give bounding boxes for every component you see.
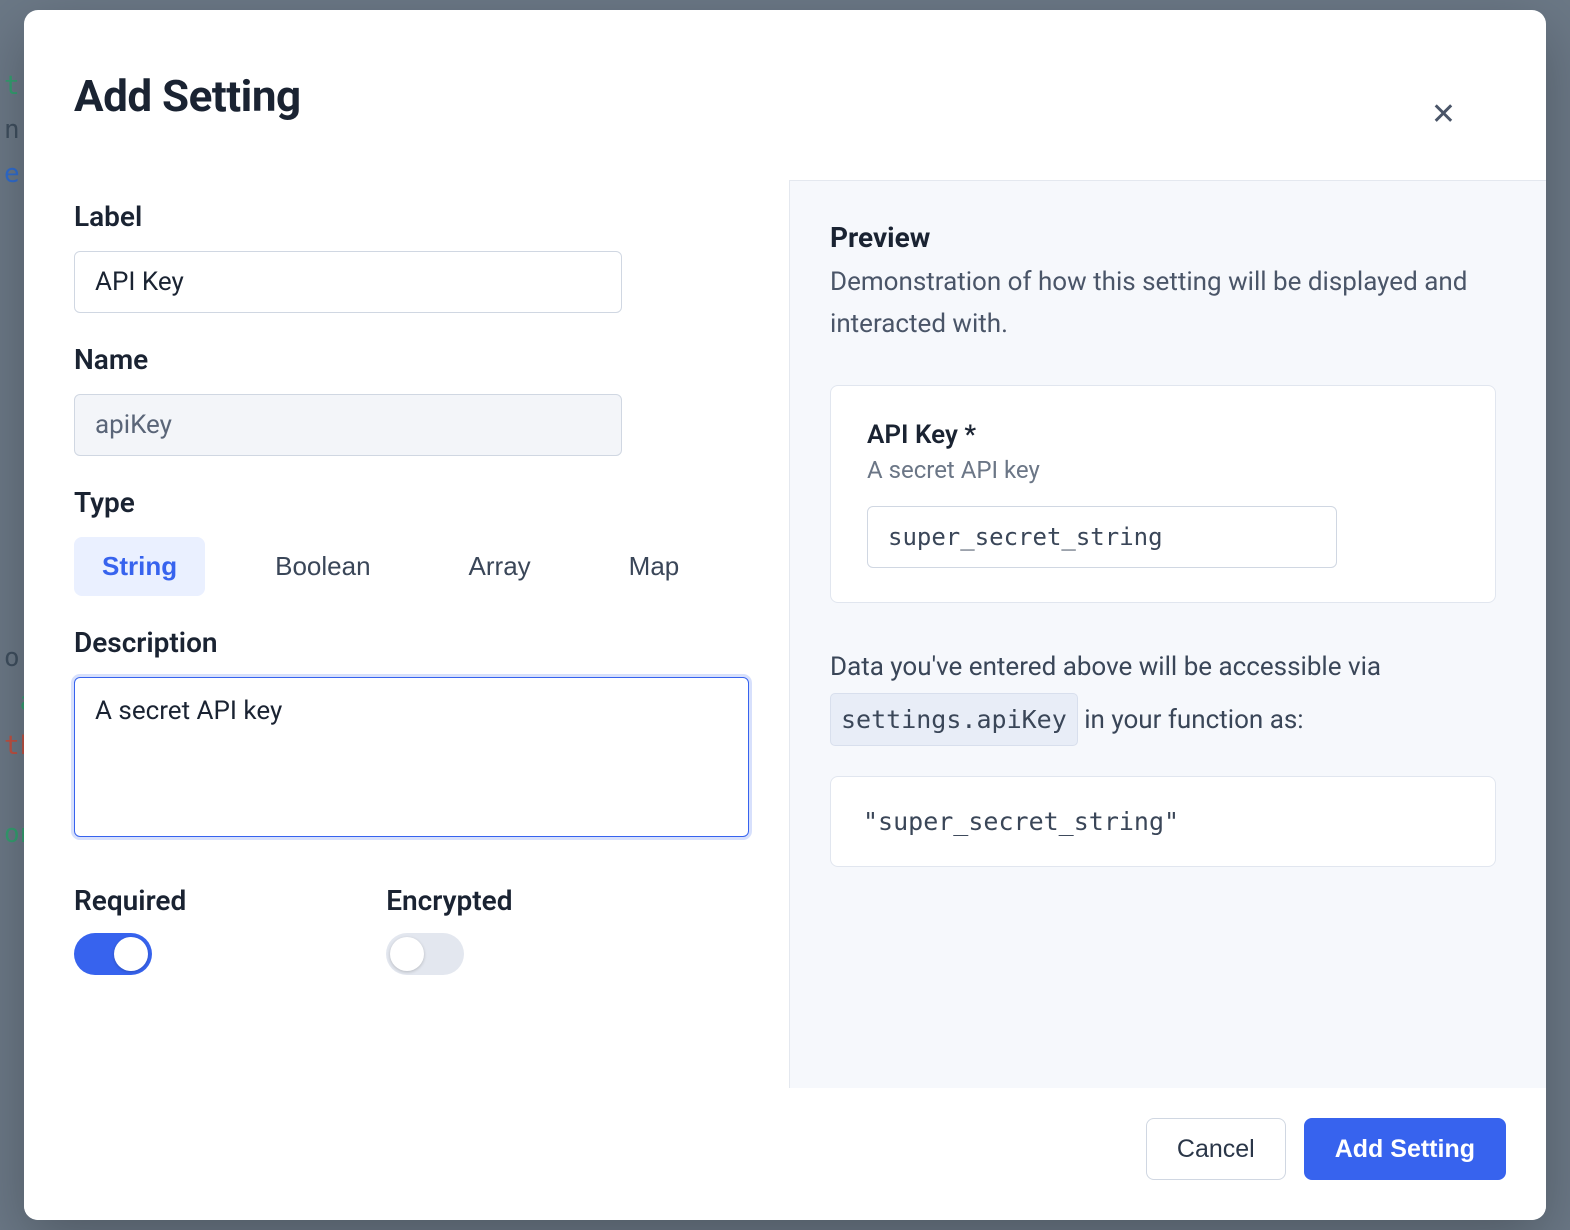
modal-header: Add Setting ✕ xyxy=(24,10,1546,180)
label-field-label: Label xyxy=(74,200,749,233)
modal-body: Label Name Type String Boolean Array Map… xyxy=(24,180,1546,1088)
type-option-string[interactable]: String xyxy=(74,537,205,596)
access-text-prefix: Data you've entered above will be access… xyxy=(830,652,1381,682)
preview-panel: Preview Demonstration of how this settin… xyxy=(789,180,1546,1088)
description-field-label: Description xyxy=(74,626,749,659)
toggle-row: Required Encrypted xyxy=(74,884,749,982)
submit-button[interactable]: Add Setting xyxy=(1304,1118,1506,1180)
type-option-boolean[interactable]: Boolean xyxy=(247,537,398,596)
name-field-label: Name xyxy=(74,343,749,376)
preview-card: API Key * A secret API key xyxy=(830,385,1496,603)
close-button[interactable]: ✕ xyxy=(1421,90,1466,140)
type-option-map[interactable]: Map xyxy=(601,537,708,596)
preview-value-input[interactable] xyxy=(867,506,1337,568)
close-icon: ✕ xyxy=(1431,98,1456,131)
description-field-block: Description xyxy=(74,626,749,844)
access-text-suffix: in your function as: xyxy=(1084,705,1303,735)
preview-card-label: API Key * xyxy=(867,420,1459,450)
code-preview-block: "super_secret_string" xyxy=(830,776,1496,867)
form-panel: Label Name Type String Boolean Array Map… xyxy=(24,180,789,1088)
encrypted-toggle[interactable] xyxy=(386,933,464,975)
preview-subtitle: Demonstration of how this setting will b… xyxy=(830,262,1496,345)
modal-title: Add Setting xyxy=(74,70,301,122)
type-field-block: Type String Boolean Array Map xyxy=(74,486,749,596)
required-label: Required xyxy=(74,884,186,917)
preview-title: Preview xyxy=(830,221,1496,254)
toggle-knob xyxy=(390,937,424,971)
encrypted-label: Encrypted xyxy=(386,884,512,917)
label-input[interactable] xyxy=(74,251,622,313)
access-text: Data you've entered above will be access… xyxy=(830,643,1496,746)
label-field-block: Label xyxy=(74,200,749,313)
type-option-array[interactable]: Array xyxy=(441,537,559,596)
access-code-chip: settings.apiKey xyxy=(830,693,1078,747)
required-toggle[interactable] xyxy=(74,933,152,975)
cancel-button[interactable]: Cancel xyxy=(1146,1118,1286,1180)
description-textarea[interactable] xyxy=(74,677,749,837)
required-toggle-group: Required xyxy=(74,884,186,982)
add-setting-modal: Add Setting ✕ Label Name Type String Boo… xyxy=(24,10,1546,1220)
type-field-label: Type xyxy=(74,486,749,519)
preview-card-desc: A secret API key xyxy=(867,456,1459,484)
encrypted-toggle-group: Encrypted xyxy=(386,884,512,982)
modal-footer: Cancel Add Setting xyxy=(24,1088,1546,1220)
type-options: String Boolean Array Map xyxy=(74,537,749,596)
toggle-knob xyxy=(114,937,148,971)
name-field-block: Name xyxy=(74,343,749,456)
name-input[interactable] xyxy=(74,394,622,456)
